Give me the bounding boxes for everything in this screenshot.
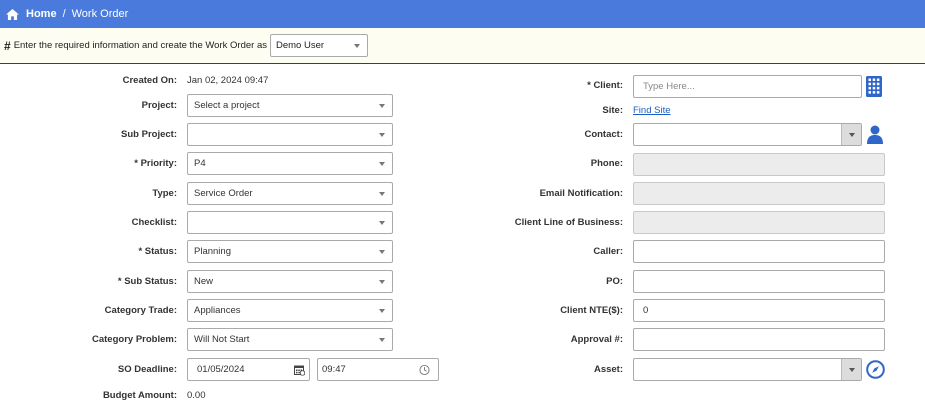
asset-select[interactable]	[633, 358, 862, 381]
sub-status-select[interactable]: New	[187, 270, 393, 293]
home-icon[interactable]	[6, 8, 19, 20]
client-input[interactable]: Type Here...	[633, 75, 862, 98]
client-nte-label: Client NTE($):	[560, 305, 623, 316]
project-select[interactable]: Select a project	[187, 94, 393, 117]
checklist-select[interactable]	[187, 211, 393, 234]
category-problem-select-value: Will Not Start	[194, 334, 250, 345]
clock-icon[interactable]	[419, 364, 430, 375]
priority-select-value: P4	[194, 158, 206, 169]
chevron-down-icon	[379, 132, 385, 137]
asset-label: Asset:	[593, 364, 623, 375]
client-nte-input[interactable]: 0	[633, 299, 885, 322]
so-deadline-time-value: 09:47	[322, 364, 346, 375]
info-text: Enter the required information and creat…	[13, 40, 267, 51]
user-icon[interactable]	[867, 125, 883, 144]
building-icon[interactable]	[866, 76, 882, 97]
sub-project-select[interactable]	[187, 123, 393, 146]
status-label: * Status:	[138, 246, 177, 257]
contact-select[interactable]	[633, 123, 862, 146]
chevron-down-icon	[379, 337, 385, 342]
site-label: Site:	[602, 105, 623, 116]
caller-label: Caller:	[593, 246, 623, 257]
chevron-down-icon	[849, 133, 855, 137]
so-deadline-date-input[interactable]: 01/05/2024	[187, 358, 310, 381]
breadcrumb-separator: /	[62, 8, 66, 20]
chevron-down-icon	[353, 43, 360, 48]
category-problem-select[interactable]: Will Not Start	[187, 328, 393, 351]
asset-dropdown-button[interactable]	[841, 359, 861, 380]
phone-label: Phone:	[590, 158, 623, 169]
category-problem-label: Category Problem:	[92, 334, 177, 345]
phone-field	[633, 153, 885, 176]
priority-label: * Priority:	[134, 158, 177, 169]
contact-label: Contact:	[584, 129, 623, 140]
client-label: * Client:	[587, 80, 623, 91]
type-select-value: Service Order	[194, 188, 253, 199]
breadcrumb-home-link[interactable]: Home	[26, 8, 57, 20]
chevron-down-icon	[379, 249, 385, 254]
user-select[interactable]: Demo User	[269, 34, 368, 57]
hash-icon: #	[4, 38, 11, 53]
compass-icon[interactable]	[866, 360, 885, 379]
category-trade-select-value: Appliances	[194, 305, 241, 316]
sub-project-label: Sub Project:	[121, 129, 177, 140]
approval-number-label: Approval #:	[570, 334, 623, 345]
sub-status-select-value: New	[194, 276, 214, 287]
client-nte-input-value: 0	[643, 305, 649, 316]
client-line-of-business-field	[633, 211, 885, 234]
so-deadline-time-input[interactable]: 09:47	[317, 358, 439, 381]
created-on-label: Created On:	[122, 75, 177, 86]
approval-number-input[interactable]	[633, 328, 885, 351]
category-trade-label: Category Trade:	[104, 305, 177, 316]
po-label: PO:	[606, 276, 623, 287]
client-input-placeholder: Type Here...	[643, 81, 695, 92]
so-deadline-label: SO Deadline:	[117, 364, 177, 375]
project-select-value: Select a project	[194, 100, 260, 111]
chevron-down-icon	[379, 103, 385, 108]
info-bar: # Enter the required information and cre…	[0, 28, 925, 64]
caller-input[interactable]	[633, 240, 885, 263]
user-select-value: Demo User	[275, 40, 325, 51]
email-notification-label: Email Notification:	[539, 188, 623, 199]
breadcrumb: Home / Work Order	[0, 0, 925, 28]
status-select-value: Planning	[194, 246, 231, 257]
created-on-value: Jan 02, 2024 09:47	[187, 75, 269, 86]
budget-amount-value: 0.00	[187, 390, 206, 401]
chevron-down-icon	[849, 368, 855, 372]
chevron-down-icon	[379, 191, 385, 196]
priority-select[interactable]: P4	[187, 152, 393, 175]
email-notification-field	[633, 182, 885, 205]
checklist-label: Checklist:	[131, 217, 177, 228]
status-select[interactable]: Planning	[187, 240, 393, 263]
contact-dropdown-button[interactable]	[841, 124, 861, 145]
chevron-down-icon	[379, 279, 385, 284]
project-label: Project:	[141, 100, 177, 111]
chevron-down-icon	[379, 308, 385, 313]
sub-status-label: * Sub Status:	[117, 276, 177, 287]
category-trade-select[interactable]: Appliances	[187, 299, 393, 322]
po-input[interactable]	[633, 270, 885, 293]
chevron-down-icon	[379, 220, 385, 225]
budget-amount-label: Budget Amount:	[102, 390, 177, 401]
chevron-down-icon	[379, 161, 385, 166]
type-label: Type:	[152, 188, 177, 199]
find-site-link[interactable]: Find Site	[633, 105, 671, 116]
breadcrumb-current: Work Order	[71, 8, 129, 20]
client-line-of-business-label: Client Line of Business:	[514, 217, 623, 228]
so-deadline-date-value: 01/05/2024	[197, 364, 245, 375]
calendar-icon[interactable]	[294, 364, 305, 375]
type-select[interactable]: Service Order	[187, 182, 393, 205]
